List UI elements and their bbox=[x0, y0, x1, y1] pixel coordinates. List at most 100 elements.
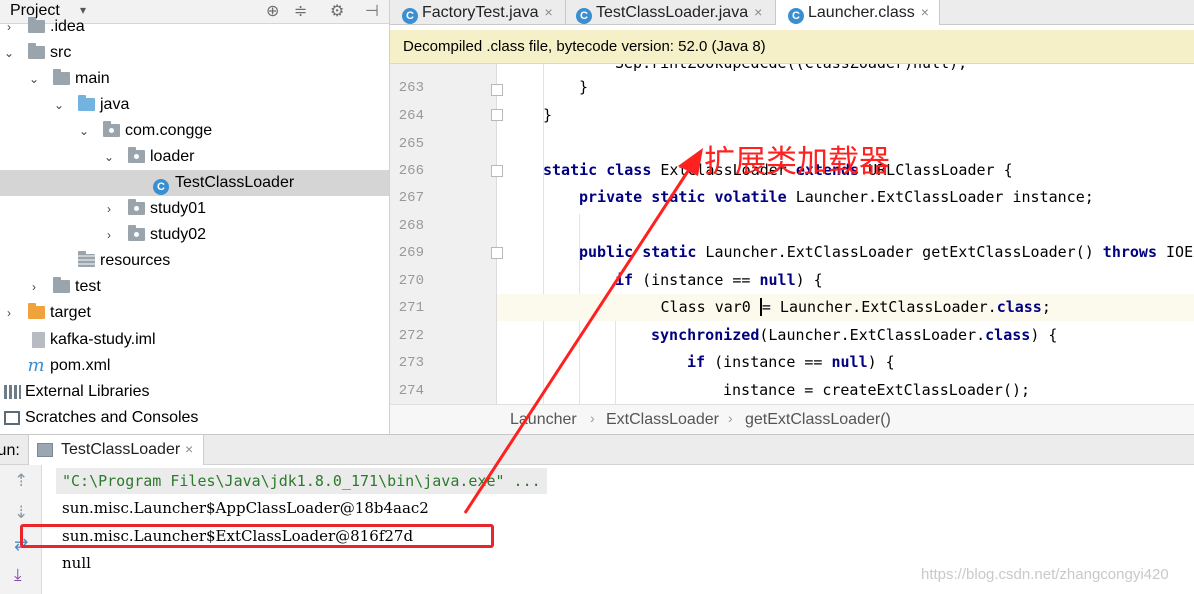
tree-item-label: Scratches and Consoles bbox=[25, 409, 199, 426]
decompiled-banner-text: Decompiled .class file, bytecode version… bbox=[403, 38, 766, 55]
folder-icon bbox=[26, 14, 46, 40]
package-icon bbox=[101, 118, 121, 144]
chevron-down-icon[interactable]: ⌄ bbox=[28, 66, 40, 92]
tree-item-test[interactable]: › test bbox=[0, 274, 389, 300]
project-tool-window: Project ▾ ⊕ ≑ ⚙ ⊣ › .idea ⌄ src ⌄ main ⌄… bbox=[0, 0, 390, 434]
run-tool-window-header: Run: TestClassLoader × bbox=[0, 434, 1194, 465]
tree-item-resources[interactable]: resources bbox=[0, 248, 389, 274]
source-folder-icon bbox=[76, 92, 96, 118]
tree-item-label: study02 bbox=[150, 226, 207, 243]
tab-testclassloader[interactable]: C TestClassLoader.java × bbox=[566, 0, 776, 25]
code-line-caret: Class var0 = Launcher.ExtClassLoader.cla… bbox=[497, 294, 1194, 321]
run-config-icon bbox=[37, 443, 53, 457]
fold-marker-icon[interactable] bbox=[491, 84, 503, 96]
java-class-icon: C bbox=[788, 8, 804, 24]
line-number: 267 bbox=[398, 190, 424, 206]
tab-launcher-class[interactable]: C Launcher.class × bbox=[776, 0, 940, 25]
tree-item-target[interactable]: › target bbox=[0, 300, 389, 326]
tree-item-kafka-study-iml[interactable]: kafka-study.iml bbox=[0, 327, 389, 353]
tree-item-label: kafka-study.iml bbox=[50, 331, 156, 348]
excluded-folder-icon bbox=[26, 300, 46, 326]
tree-item-src[interactable]: ⌄ src bbox=[0, 40, 389, 66]
editor-tab-bar: C FactoryTest.java × C TestClassLoader.java… bbox=[390, 0, 1194, 25]
tree-item-java[interactable]: ⌄ java bbox=[0, 92, 389, 118]
line-number: 272 bbox=[398, 328, 424, 344]
chevron-right-icon[interactable]: › bbox=[3, 300, 15, 326]
code-line: synchronized(Launcher.ExtClassLoader.cla… bbox=[651, 326, 1058, 344]
chevron-down-icon[interactable]: ⌄ bbox=[53, 92, 65, 118]
package-icon bbox=[126, 222, 146, 248]
tab-factorytest[interactable]: C FactoryTest.java × bbox=[390, 0, 566, 25]
code-line: instance = createExtClassLoader(); bbox=[723, 381, 1031, 399]
chevron-down-icon[interactable]: ⌄ bbox=[3, 40, 15, 66]
fold-marker-icon[interactable] bbox=[491, 165, 503, 177]
breadcrumb-item-extclassloader[interactable]: ExtClassLoader bbox=[606, 411, 719, 429]
tree-item-main[interactable]: ⌄ main bbox=[0, 66, 389, 92]
breadcrumb-item-launcher[interactable]: Launcher bbox=[510, 411, 577, 429]
run-tab-testclassloader[interactable]: TestClassLoader × bbox=[28, 435, 204, 465]
chevron-right-icon[interactable]: › bbox=[28, 274, 40, 300]
line-number: 264 bbox=[398, 108, 424, 124]
fold-marker-icon[interactable] bbox=[491, 247, 503, 259]
tree-item-study01[interactable]: › study01 bbox=[0, 196, 389, 222]
editor-gutter: 263 264 265 266 267 268 269 270 271 272 … bbox=[390, 64, 497, 404]
code-line: } bbox=[543, 106, 553, 124]
line-number: 265 bbox=[398, 136, 424, 152]
watermark: https://blog.csdn.net/zhangcongyi420 bbox=[921, 566, 1169, 583]
tree-item-label: main bbox=[75, 70, 110, 87]
arrow-up-icon[interactable]: ⇡ bbox=[14, 471, 28, 491]
tree-item-label: study01 bbox=[150, 200, 207, 217]
code-line: if (instance == null) { bbox=[615, 271, 823, 289]
code-line: private static volatile Launcher.ExtClas… bbox=[579, 188, 1094, 206]
tree-item-label: java bbox=[100, 96, 130, 113]
line-number: 266 bbox=[398, 163, 424, 179]
tree-item-com-congge[interactable]: ⌄ com.congge bbox=[0, 118, 389, 144]
tree-item-label: src bbox=[50, 44, 72, 61]
chevron-down-icon[interactable]: ⌄ bbox=[103, 144, 115, 170]
fold-marker-icon[interactable] bbox=[491, 109, 503, 121]
tree-item-study02[interactable]: › study02 bbox=[0, 222, 389, 248]
code-editor[interactable]: 263 264 265 266 267 268 269 270 271 272 … bbox=[390, 64, 1194, 404]
tab-label: FactoryTest.java bbox=[422, 4, 539, 21]
scroll-to-end-icon[interactable]: ⤓ bbox=[14, 565, 22, 585]
tree-item-testclassloader[interactable]: C TestClassLoader bbox=[0, 170, 389, 196]
close-icon[interactable]: × bbox=[754, 4, 762, 20]
chevron-down-icon[interactable]: ⌄ bbox=[78, 118, 90, 144]
chevron-right-icon[interactable]: › bbox=[103, 222, 115, 248]
line-number: 263 bbox=[398, 80, 424, 96]
tree-item-label: .idea bbox=[50, 18, 85, 35]
close-icon[interactable]: × bbox=[544, 4, 552, 20]
resources-folder-icon bbox=[76, 248, 96, 274]
code-line: Sep.rintZookupedCde((ClassZoader)null); bbox=[615, 64, 967, 77]
tab-label: Launcher.class bbox=[808, 4, 915, 21]
tree-item-idea[interactable]: › .idea bbox=[0, 14, 389, 40]
tree-item-label: com.congge bbox=[125, 122, 213, 139]
tree-item-loader[interactable]: ⌄ loader bbox=[0, 144, 389, 170]
line-number: 271 bbox=[398, 300, 424, 316]
package-icon bbox=[126, 196, 146, 222]
arrow-down-icon[interactable]: ⇣ bbox=[14, 503, 28, 523]
scratches-icon bbox=[2, 405, 22, 431]
close-icon[interactable]: × bbox=[921, 4, 929, 20]
code-line: } bbox=[579, 78, 589, 96]
close-icon[interactable]: × bbox=[185, 441, 193, 457]
run-tab-label: TestClassLoader bbox=[61, 441, 181, 458]
annotation-label: 扩展类加载器 bbox=[704, 144, 890, 179]
tree-item-label: External Libraries bbox=[25, 383, 150, 400]
decompiled-banner: Decompiled .class file, bytecode version… bbox=[390, 30, 1194, 64]
java-class-icon: C bbox=[576, 8, 592, 24]
console-line: sun.misc.Launcher$AppClassLoader@18b4aac… bbox=[62, 499, 429, 517]
tree-item-pom-xml[interactable]: m pom.xml bbox=[0, 353, 389, 379]
chevron-right-icon[interactable]: › bbox=[103, 196, 115, 222]
maven-icon: m bbox=[27, 355, 45, 376]
line-number: 274 bbox=[398, 383, 424, 399]
chevron-right-icon[interactable]: › bbox=[3, 14, 15, 40]
tree-item-scratches[interactable]: Scratches and Consoles bbox=[0, 405, 389, 431]
java-class-icon: C bbox=[151, 170, 171, 196]
tree-item-external-libraries[interactable]: External Libraries bbox=[0, 379, 389, 405]
run-label: Run: bbox=[0, 442, 20, 459]
tree-item-label: resources bbox=[100, 252, 171, 269]
tree-item-label: test bbox=[75, 278, 101, 295]
breadcrumb-item-getextclassloader[interactable]: getExtClassLoader() bbox=[745, 411, 891, 429]
line-number: 269 bbox=[398, 245, 424, 261]
